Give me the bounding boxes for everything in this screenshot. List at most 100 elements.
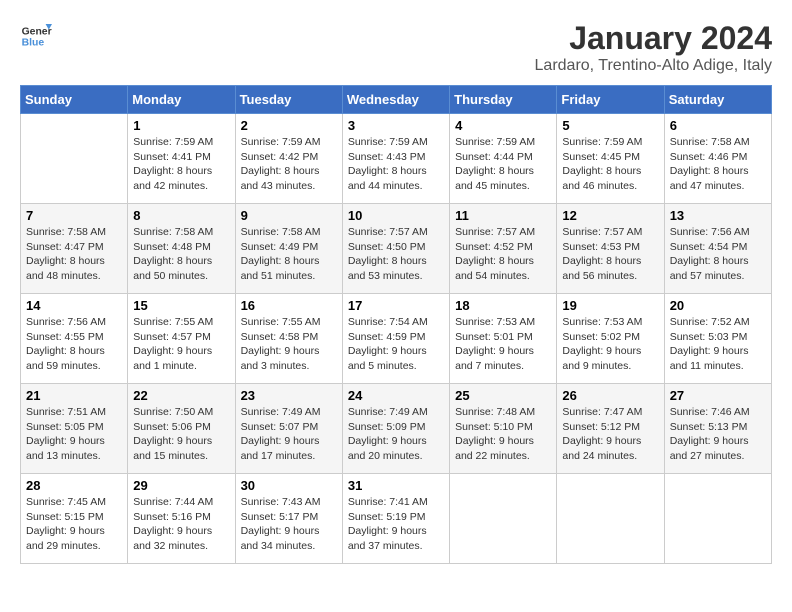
- day-cell: 21Sunrise: 7:51 AMSunset: 5:05 PMDayligh…: [21, 384, 128, 474]
- day-cell: [21, 114, 128, 204]
- day-cell: 22Sunrise: 7:50 AMSunset: 5:06 PMDayligh…: [128, 384, 235, 474]
- day-number: 29: [133, 478, 229, 493]
- day-info: Sunrise: 7:49 AMSunset: 5:09 PMDaylight:…: [348, 405, 444, 464]
- day-cell: 12Sunrise: 7:57 AMSunset: 4:53 PMDayligh…: [557, 204, 664, 294]
- day-number: 26: [562, 388, 658, 403]
- day-cell: 18 Sunrise: 7:53 AMSunset: 5:01 PMDayligh…: [450, 294, 557, 384]
- day-number: 8: [133, 208, 229, 223]
- day-info: Sunrise: 7:59 AMSunset: 4:44 PMDaylight:…: [455, 135, 551, 194]
- day-number: 17: [348, 298, 444, 313]
- day-cell: [450, 474, 557, 564]
- day-info: Sunrise: 7:54 AMSunset: 4:59 PMDaylight:…: [348, 315, 444, 374]
- header-thursday: Thursday: [450, 86, 557, 114]
- day-number: 15: [133, 298, 229, 313]
- day-cell: 20 Sunrise: 7:52 AMSunset: 5:03 PMDayligh…: [664, 294, 771, 384]
- header-saturday: Saturday: [664, 86, 771, 114]
- title-block: January 2024 Lardaro, Trentino-Alto Adig…: [535, 20, 772, 75]
- day-cell: 19 Sunrise: 7:53 AMSunset: 5:02 PMDayligh…: [557, 294, 664, 384]
- day-info: Sunrise: 7:41 AMSunset: 5:19 PMDaylight:…: [348, 495, 444, 554]
- day-info: Sunrise: 7:43 AMSunset: 5:17 PMDaylight:…: [241, 495, 337, 554]
- day-cell: 15 Sunrise: 7:55 AMSunset: 4:57 PMDayligh…: [128, 294, 235, 384]
- header-tuesday: Tuesday: [235, 86, 342, 114]
- day-number: 11: [455, 208, 551, 223]
- header-friday: Friday: [557, 86, 664, 114]
- day-info: Sunrise: 7:49 AMSunset: 5:07 PMDaylight:…: [241, 405, 337, 464]
- day-cell: [557, 474, 664, 564]
- day-number: 24: [348, 388, 444, 403]
- day-cell: 3Sunrise: 7:59 AMSunset: 4:43 PMDaylight…: [342, 114, 449, 204]
- day-number: 30: [241, 478, 337, 493]
- week-row-5: 28 Sunrise: 7:45 AMSunset: 5:15 PMDayligh…: [21, 474, 772, 564]
- day-cell: 30 Sunrise: 7:43 AMSunset: 5:17 PMDayligh…: [235, 474, 342, 564]
- day-number: 21: [26, 388, 122, 403]
- day-number: 20: [670, 298, 766, 313]
- day-cell: 17 Sunrise: 7:54 AMSunset: 4:59 PMDayligh…: [342, 294, 449, 384]
- day-info: Sunrise: 7:55 AMSunset: 4:57 PMDaylight:…: [133, 315, 229, 374]
- day-number: 2: [241, 118, 337, 133]
- day-info: Sunrise: 7:59 AMSunset: 4:41 PMDaylight:…: [133, 135, 229, 194]
- header: General Blue January 2024 Lardaro, Trent…: [20, 20, 772, 75]
- day-cell: 24 Sunrise: 7:49 AMSunset: 5:09 PMDayligh…: [342, 384, 449, 474]
- day-info: Sunrise: 7:44 AMSunset: 5:16 PMDaylight:…: [133, 495, 229, 554]
- day-cell: 27 Sunrise: 7:46 AMSunset: 5:13 PMDayligh…: [664, 384, 771, 474]
- day-info: Sunrise: 7:57 AMSunset: 4:52 PMDaylight:…: [455, 225, 551, 284]
- day-cell: 8Sunrise: 7:58 AMSunset: 4:48 PMDaylight…: [128, 204, 235, 294]
- day-cell: 9 Sunrise: 7:58 AMSunset: 4:49 PMDaylight…: [235, 204, 342, 294]
- day-cell: 6 Sunrise: 7:58 AMSunset: 4:46 PMDaylight…: [664, 114, 771, 204]
- day-number: 22: [133, 388, 229, 403]
- day-number: 25: [455, 388, 551, 403]
- day-cell: 2 Sunrise: 7:59 AMSunset: 4:42 PMDaylight…: [235, 114, 342, 204]
- day-info: Sunrise: 7:59 AMSunset: 4:42 PMDaylight:…: [241, 135, 337, 194]
- logo: General Blue: [20, 20, 52, 52]
- day-number: 18: [455, 298, 551, 313]
- day-info: Sunrise: 7:59 AMSunset: 4:45 PMDaylight:…: [562, 135, 658, 194]
- header-monday: Monday: [128, 86, 235, 114]
- day-info: Sunrise: 7:47 AMSunset: 5:12 PMDaylight:…: [562, 405, 658, 464]
- day-cell: 25Sunrise: 7:48 AMSunset: 5:10 PMDayligh…: [450, 384, 557, 474]
- day-info: Sunrise: 7:58 AMSunset: 4:47 PMDaylight:…: [26, 225, 122, 284]
- day-cell: 31Sunrise: 7:41 AMSunset: 5:19 PMDayligh…: [342, 474, 449, 564]
- day-number: 19: [562, 298, 658, 313]
- day-number: 9: [241, 208, 337, 223]
- day-number: 6: [670, 118, 766, 133]
- day-number: 1: [133, 118, 229, 133]
- day-cell: [664, 474, 771, 564]
- day-number: 28: [26, 478, 122, 493]
- day-cell: 23 Sunrise: 7:49 AMSunset: 5:07 PMDayligh…: [235, 384, 342, 474]
- day-info: Sunrise: 7:53 AMSunset: 5:01 PMDaylight:…: [455, 315, 551, 374]
- day-cell: 26 Sunrise: 7:47 AMSunset: 5:12 PMDayligh…: [557, 384, 664, 474]
- day-cell: 1 Sunrise: 7:59 AMSunset: 4:41 PMDaylight…: [128, 114, 235, 204]
- day-info: Sunrise: 7:45 AMSunset: 5:15 PMDaylight:…: [26, 495, 122, 554]
- location-subtitle: Lardaro, Trentino-Alto Adige, Italy: [535, 57, 772, 75]
- day-number: 5: [562, 118, 658, 133]
- day-number: 14: [26, 298, 122, 313]
- day-number: 3: [348, 118, 444, 133]
- day-number: 13: [670, 208, 766, 223]
- week-row-1: 1 Sunrise: 7:59 AMSunset: 4:41 PMDaylight…: [21, 114, 772, 204]
- day-info: Sunrise: 7:53 AMSunset: 5:02 PMDaylight:…: [562, 315, 658, 374]
- header-sunday: Sunday: [21, 86, 128, 114]
- day-cell: 4 Sunrise: 7:59 AMSunset: 4:44 PMDaylight…: [450, 114, 557, 204]
- day-cell: 16 Sunrise: 7:55 AMSunset: 4:58 PMDayligh…: [235, 294, 342, 384]
- week-row-3: 14 Sunrise: 7:56 AMSunset: 4:55 PMDayligh…: [21, 294, 772, 384]
- logo-icon: General Blue: [20, 20, 52, 52]
- day-number: 16: [241, 298, 337, 313]
- day-info: Sunrise: 7:58 AMSunset: 4:49 PMDaylight:…: [241, 225, 337, 284]
- day-cell: 11 Sunrise: 7:57 AMSunset: 4:52 PMDayligh…: [450, 204, 557, 294]
- day-info: Sunrise: 7:52 AMSunset: 5:03 PMDaylight:…: [670, 315, 766, 374]
- day-info: Sunrise: 7:46 AMSunset: 5:13 PMDaylight:…: [670, 405, 766, 464]
- days-header-row: SundayMondayTuesdayWednesdayThursdayFrid…: [21, 86, 772, 114]
- day-info: Sunrise: 7:56 AMSunset: 4:55 PMDaylight:…: [26, 315, 122, 374]
- svg-text:Blue: Blue: [22, 38, 45, 49]
- day-number: 4: [455, 118, 551, 133]
- day-info: Sunrise: 7:58 AMSunset: 4:46 PMDaylight:…: [670, 135, 766, 194]
- day-number: 12: [562, 208, 658, 223]
- day-number: 23: [241, 388, 337, 403]
- day-number: 7: [26, 208, 122, 223]
- day-info: Sunrise: 7:57 AMSunset: 4:50 PMDaylight:…: [348, 225, 444, 284]
- day-info: Sunrise: 7:55 AMSunset: 4:58 PMDaylight:…: [241, 315, 337, 374]
- month-year-title: January 2024: [535, 20, 772, 57]
- week-row-2: 7 Sunrise: 7:58 AMSunset: 4:47 PMDaylight…: [21, 204, 772, 294]
- svg-text:General: General: [22, 26, 52, 37]
- day-number: 27: [670, 388, 766, 403]
